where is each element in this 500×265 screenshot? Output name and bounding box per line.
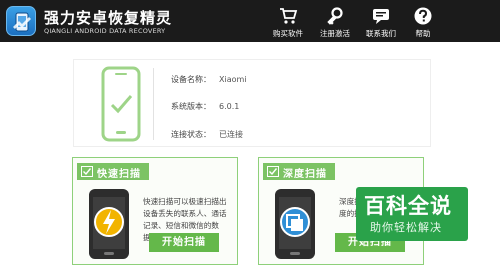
watermark-subtitle: 助你轻松解决	[370, 221, 442, 234]
register-activate-label: 注册激活	[320, 29, 350, 38]
checkbox-icon	[267, 166, 279, 177]
connection-status-row: 连接状态： 已连接	[171, 129, 243, 140]
system-version-value: 6.0.1	[219, 102, 240, 111]
connection-status-value: 已连接	[219, 130, 243, 139]
deep-scan-header: 深度扫描	[263, 163, 335, 180]
app-logo-icon	[6, 6, 36, 36]
quick-scan-title: 快速扫描	[97, 169, 141, 180]
device-info-panel: 设备名称： Xiaomi 系统版本： 6.0.1 连接状态： 已连接	[73, 59, 431, 147]
lightning-phone-icon	[89, 189, 129, 259]
connection-status-label: 连接状态：	[171, 130, 211, 139]
register-activate-button[interactable]: 注册激活	[313, 6, 357, 40]
help-label: 帮助	[415, 29, 431, 38]
divider	[153, 68, 154, 140]
watermark-title: 百科全说	[364, 194, 452, 218]
title-bar: 强力安卓恢复精灵 QIANGLI ANDROID DATA RECOVERY 购…	[0, 0, 500, 42]
layers-phone-icon	[275, 189, 315, 259]
checkbox-icon	[81, 166, 93, 177]
help-button[interactable]: 帮助	[401, 6, 445, 40]
chat-icon	[373, 9, 389, 24]
buy-software-label: 购买软件	[273, 29, 303, 38]
quick-scan-panel: 快速扫描 快速扫描可以极速扫描出设备丢失的联系人、通话记录、短信和微信的数据。 …	[72, 157, 238, 265]
buy-software-button[interactable]: 购买软件	[266, 6, 310, 40]
watermark-badge: 百科全说 助你轻松解决	[356, 187, 468, 241]
cart-icon	[280, 8, 298, 24]
contact-us-label: 联系我们	[366, 29, 396, 38]
quick-scan-header: 快速扫描	[77, 163, 149, 180]
quick-scan-start-button[interactable]: 开始扫描	[149, 233, 219, 252]
help-icon	[414, 7, 432, 25]
deep-scan-title: 深度扫描	[283, 169, 327, 180]
device-name-label: 设备名称：	[171, 75, 211, 84]
device-name-row: 设备名称： Xiaomi	[171, 74, 247, 85]
device-name-value: Xiaomi	[219, 75, 247, 84]
key-icon	[327, 7, 343, 25]
system-version-label: 系统版本：	[171, 102, 211, 111]
phone-check-icon	[101, 66, 141, 142]
app-subtitle: QIANGLI ANDROID DATA RECOVERY	[44, 27, 166, 35]
app-title: 强力安卓恢复精灵	[44, 9, 173, 27]
contact-us-button[interactable]: 联系我们	[359, 6, 403, 40]
system-version-row: 系统版本： 6.0.1	[171, 101, 239, 112]
